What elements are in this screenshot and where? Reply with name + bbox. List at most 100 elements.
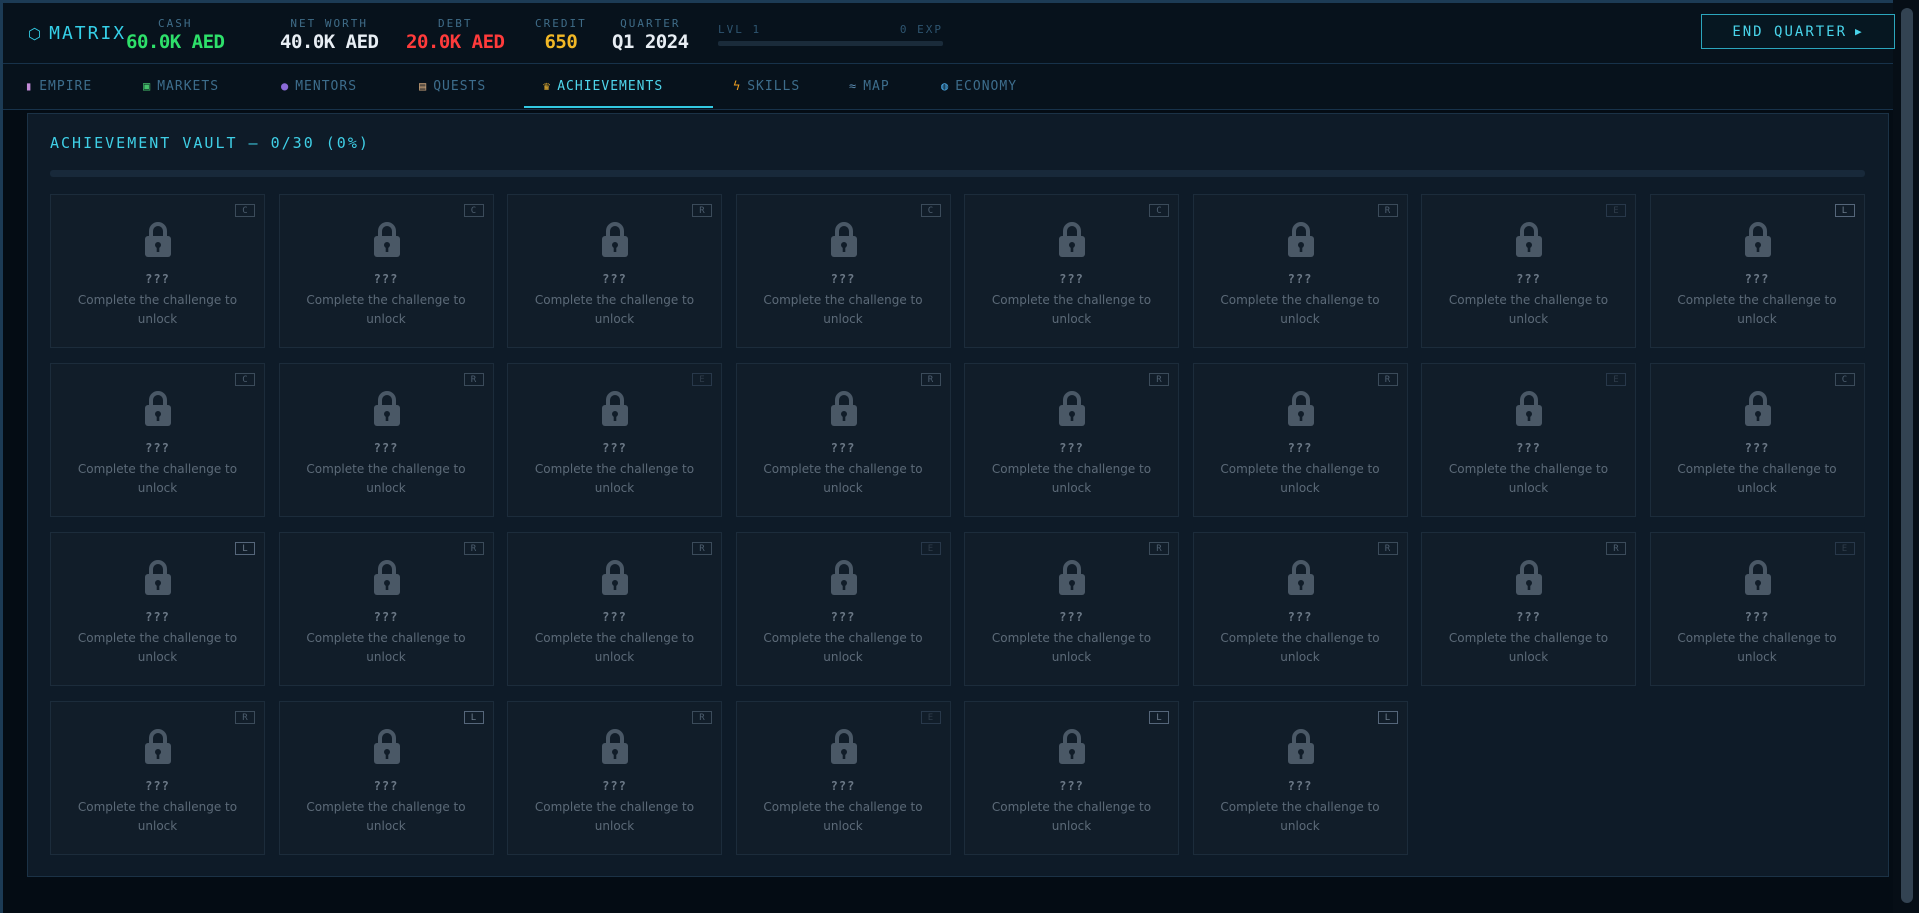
- tab-quests[interactable]: ▤ QUESTS: [419, 64, 486, 108]
- achievement-card[interactable]: R??? Complete the challenge to unlock: [1192, 532, 1408, 686]
- achievement-title: ???: [1059, 610, 1084, 624]
- achievement-description: Complete the challenge to unlock: [1220, 800, 1380, 833]
- achievement-title: ???: [1287, 779, 1313, 793]
- achievement-card[interactable]: C??? Complete the challenge to unlock: [50, 363, 265, 517]
- lock-icon: [600, 220, 630, 258]
- stat-cash: CASH 60.0K AED: [126, 17, 225, 54]
- achievement-title: ???: [602, 610, 627, 624]
- trophy-icon: ♛: [543, 79, 552, 93]
- achievement-card[interactable]: L??? Complete the challenge to unlock: [1192, 701, 1408, 855]
- rarity-badge: R: [235, 711, 255, 724]
- achievement-title: ???: [602, 272, 627, 286]
- lock-icon: [372, 558, 402, 596]
- lock-icon: [372, 220, 402, 258]
- achievement-title: ???: [1516, 441, 1541, 455]
- stat-label: QUARTER: [620, 17, 681, 30]
- vault-progress-bar: [50, 170, 1865, 177]
- achievement-title: ???: [1287, 272, 1313, 286]
- achievement-description: Complete the challenge to unlock: [1220, 293, 1380, 326]
- achievement-card[interactable]: C??? Complete the challenge to unlock: [964, 194, 1179, 348]
- bolt-icon: ϟ: [733, 79, 742, 93]
- level-label: LVL 1: [718, 23, 762, 36]
- achievement-card[interactable]: R??? Complete the challenge to unlock: [50, 701, 265, 855]
- tab-label: MAP: [863, 78, 890, 94]
- top-bar: ⬡ MATRIX CASH 60.0K AED NET WORTH 40.0K A…: [3, 3, 1895, 64]
- achievement-card[interactable]: R??? Complete the challenge to unlock: [507, 701, 722, 855]
- achievement-title: ???: [1744, 272, 1770, 286]
- achievement-description: Complete the challenge to unlock: [1220, 631, 1380, 664]
- tab-label: SKILLS: [747, 78, 801, 94]
- achievement-card[interactable]: L??? Complete the challenge to unlock: [50, 532, 265, 686]
- achievement-card[interactable]: C??? Complete the challenge to unlock: [278, 194, 494, 348]
- achievement-card[interactable]: R??? Complete the challenge to unlock: [507, 532, 722, 686]
- stat-debt: DEBT 20.0K AED: [406, 17, 505, 54]
- achievement-card[interactable]: R??? Complete the challenge to unlock: [1192, 194, 1408, 348]
- achievement-description: Complete the challenge to unlock: [1448, 462, 1609, 495]
- achievement-description: Complete the challenge to unlock: [991, 631, 1152, 664]
- achievement-card[interactable]: R??? Complete the challenge to unlock: [964, 363, 1179, 517]
- achievement-card[interactable]: E??? Complete the challenge to unlock: [1421, 363, 1636, 517]
- achievement-card[interactable]: R??? Complete the challenge to unlock: [507, 194, 722, 348]
- tab-empire[interactable]: ▮ EMPIRE: [25, 64, 92, 108]
- rarity-badge: R: [692, 542, 712, 555]
- lock-icon: [1514, 558, 1544, 596]
- rarity-badge: C: [235, 373, 255, 386]
- achievement-title: ???: [1744, 610, 1770, 624]
- achievement-card[interactable]: L??? Complete the challenge to unlock: [1649, 194, 1865, 348]
- tab-achievements[interactable]: ♛ ACHIEVEMENTS: [543, 64, 663, 108]
- achievement-description: Complete the challenge to unlock: [306, 293, 466, 326]
- exp-label: 0 EXP: [899, 23, 943, 36]
- achievement-card[interactable]: R??? Complete the challenge to unlock: [278, 363, 494, 517]
- achievement-card[interactable]: E??? Complete the challenge to unlock: [507, 363, 722, 517]
- lock-icon: [600, 727, 630, 765]
- achievement-card[interactable]: E??? Complete the challenge to unlock: [735, 532, 951, 686]
- tab-mentors[interactable]: ● MENTORS: [281, 64, 357, 108]
- window-frame-left: [0, 0, 3, 913]
- lock-icon: [143, 558, 173, 596]
- achievement-card[interactable]: E??? Complete the challenge to unlock: [735, 701, 951, 855]
- rarity-badge: R: [1377, 542, 1398, 555]
- achievement-description: Complete the challenge to unlock: [534, 800, 695, 833]
- trend-icon: ▣: [143, 79, 152, 93]
- achievement-title: ???: [373, 610, 399, 624]
- stat-credit: CREDIT 650: [535, 17, 587, 54]
- achievement-card[interactable]: L??? Complete the challenge to unlock: [278, 701, 494, 855]
- app-logo-text: MATRIX: [49, 23, 127, 44]
- achievement-card[interactable]: E??? Complete the challenge to unlock: [1421, 194, 1636, 348]
- achievement-card[interactable]: R??? Complete the challenge to unlock: [964, 532, 1179, 686]
- lock-icon: [829, 727, 859, 765]
- stat-label: DEBT: [437, 17, 473, 30]
- achievement-title: ???: [830, 610, 856, 624]
- scrollbar[interactable]: [1901, 8, 1913, 903]
- lock-icon: [600, 389, 630, 427]
- achievement-card[interactable]: E??? Complete the challenge to unlock: [1649, 532, 1865, 686]
- achievement-card[interactable]: L??? Complete the challenge to unlock: [964, 701, 1179, 855]
- achievement-description: Complete the challenge to unlock: [534, 293, 695, 326]
- achievement-card[interactable]: C??? Complete the challenge to unlock: [1649, 363, 1865, 517]
- achievement-card[interactable]: C??? Complete the challenge to unlock: [735, 194, 951, 348]
- tab-skills[interactable]: ϟ SKILLS: [733, 64, 800, 108]
- achievement-card[interactable]: C??? Complete the challenge to unlock: [50, 194, 265, 348]
- achievement-description: Complete the challenge to unlock: [991, 800, 1152, 833]
- nav-tabs: ▮ EMPIRE ▣ MARKETS ● MENTORS ▤ QUESTS ♛ ACHIE…: [3, 64, 1893, 110]
- tab-map[interactable]: ≈ MAP: [849, 64, 890, 108]
- lock-icon: [1743, 558, 1773, 596]
- rarity-badge: L: [1834, 204, 1855, 217]
- tab-markets[interactable]: ▣ MARKETS: [143, 64, 219, 108]
- lock-icon: [1514, 220, 1544, 258]
- stat-quarter: QUARTER Q1 2024: [612, 17, 689, 54]
- achievement-card[interactable]: R??? Complete the challenge to unlock: [1421, 532, 1636, 686]
- achievement-description: Complete the challenge to unlock: [534, 462, 695, 495]
- end-quarter-button[interactable]: END QUARTER ▶: [1701, 14, 1895, 49]
- active-tab-indicator: [524, 106, 713, 108]
- achievement-card[interactable]: R??? Complete the challenge to unlock: [1192, 363, 1408, 517]
- achievement-description: Complete the challenge to unlock: [306, 800, 466, 833]
- achievement-card[interactable]: R??? Complete the challenge to unlock: [278, 532, 494, 686]
- achievement-title: ???: [373, 441, 399, 455]
- tab-economy[interactable]: ◍ ECONOMY: [941, 64, 1017, 108]
- achievement-description: Complete the challenge to unlock: [306, 631, 466, 664]
- tab-label: ECONOMY: [955, 78, 1018, 94]
- achievement-card[interactable]: R??? Complete the challenge to unlock: [735, 363, 951, 517]
- app-logo[interactable]: ⬡ MATRIX: [28, 23, 126, 44]
- lock-icon: [1514, 389, 1544, 427]
